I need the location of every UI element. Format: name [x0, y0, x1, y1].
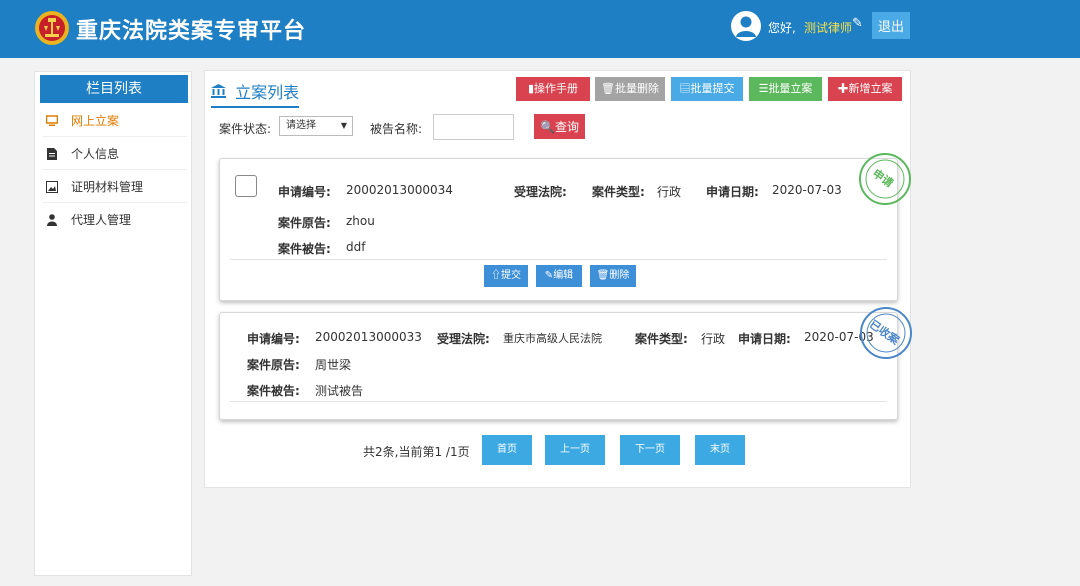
- status-select[interactable]: 请选择 ▼: [279, 116, 353, 136]
- apply-date-label: 申请日期:: [738, 332, 791, 346]
- plaintiff-value: 周世梁: [315, 358, 352, 372]
- delete-button[interactable]: 🗑删除: [590, 265, 636, 287]
- app-no-label: 申请编号:: [278, 185, 331, 199]
- app-no-value: 20002013000033: [315, 330, 422, 344]
- plaintiff-label: 案件原告:: [278, 216, 331, 230]
- status-label: 案件状态:: [219, 122, 272, 136]
- status-select-value: 请选择: [286, 120, 316, 131]
- case-card: 申请编号: 20002013000034 受理法院: 案件类型: 行政 申请日期…: [219, 153, 911, 301]
- next-page-button[interactable]: 下一页: [620, 435, 680, 465]
- search-icon: 🔍: [540, 120, 555, 134]
- sidebar-item-label: 代理人管理: [71, 213, 132, 227]
- case-type-value: 行政: [657, 185, 682, 199]
- sidebar-item-personal-info[interactable]: 个人信息: [43, 138, 187, 170]
- case-card: 申请编号: 20002013000033 受理法院: 重庆市高级人民法院 案件类…: [219, 307, 912, 420]
- query-button[interactable]: 🔍查询: [534, 114, 585, 139]
- plaintiff-value: zhou: [346, 214, 375, 228]
- case-select-checkbox[interactable]: [235, 175, 257, 197]
- username-link[interactable]: 测试律师: [804, 19, 852, 36]
- defendant-label: 案件被告:: [278, 242, 331, 256]
- app-no-label: 申请编号:: [247, 332, 300, 346]
- app-title: 重庆法院类案专审平台: [76, 19, 307, 44]
- batch-delete-button[interactable]: 🗑批量删除: [595, 77, 665, 101]
- court-value: 重庆市高级人民法院: [503, 332, 602, 345]
- sidebar-item-label: 网上立案: [71, 114, 120, 128]
- defendant-label: 案件被告:: [247, 384, 300, 398]
- defendant-value: ddf: [346, 240, 366, 254]
- sidebar-item-online-filing[interactable]: 网上立案: [43, 105, 187, 137]
- edit-icon: ✎: [544, 270, 554, 281]
- user-avatar[interactable]: [731, 11, 761, 41]
- greeting-text: 您好,: [768, 21, 796, 35]
- user-avatar-icon: [736, 16, 756, 37]
- sidebar-item-label: 证明材料管理: [71, 180, 144, 194]
- apply-date-value: 2020-07-03: [772, 183, 842, 197]
- edit-button[interactable]: ✎编辑: [536, 265, 582, 287]
- top-header: 重庆法院类案专审平台 您好, 测试律师 ✎ 退出: [0, 0, 1080, 58]
- panel-title-text: 立案列表: [235, 83, 300, 102]
- apply-date-label: 申请日期:: [706, 185, 759, 199]
- case-list-panel: 立案列表 ▮操作手册 🗑批量删除 ▤批量提交 ☰批量立案 ✚新增立案 案件状态:…: [204, 70, 912, 488]
- sidebar-item-label: 个人信息: [71, 147, 120, 161]
- add-case-button[interactable]: ✚新增立案: [828, 77, 902, 101]
- defendant-name-label: 被告名称:: [370, 122, 423, 136]
- upload-icon: ⇧: [491, 270, 501, 281]
- panel-title: 立案列表: [211, 79, 300, 108]
- edit-profile-icon[interactable]: ✎: [852, 16, 863, 31]
- case-type-label: 案件类型:: [592, 185, 645, 199]
- app-no-value: 20002013000034: [346, 183, 453, 197]
- status-stamp-applied: 申请: [859, 153, 911, 205]
- image-icon: [45, 171, 59, 205]
- monitor-icon: [45, 105, 59, 139]
- first-page-button[interactable]: 首页: [482, 435, 532, 465]
- document-icon: [45, 138, 59, 172]
- case-type-value: 行政: [701, 332, 726, 346]
- last-page-button[interactable]: 末页: [695, 435, 745, 465]
- court-label: 受理法院:: [514, 185, 567, 199]
- sidebar-item-evidence-materials[interactable]: 证明材料管理: [43, 171, 187, 203]
- court-label: 受理法院:: [437, 332, 490, 346]
- batch-submit-button[interactable]: ▤批量提交: [671, 77, 743, 101]
- defendant-name-input[interactable]: [433, 114, 514, 140]
- pagination-info: 共2条,当前第1 /1页: [363, 445, 470, 459]
- batch-file-button[interactable]: ☰批量立案: [749, 77, 822, 101]
- sidebar: 栏目列表 网上立案 个人信息 证明材料管理 代理人管理: [34, 71, 192, 576]
- prev-page-button[interactable]: 上一页: [545, 435, 605, 465]
- manual-button[interactable]: ▮操作手册: [516, 77, 590, 101]
- user-icon: [45, 204, 59, 238]
- dropdown-arrow-icon: ▼: [340, 121, 347, 130]
- plaintiff-label: 案件原告:: [247, 358, 300, 372]
- submit-button[interactable]: ⇧提交: [484, 265, 528, 287]
- status-stamp-received: 已收案: [860, 307, 912, 359]
- case-type-label: 案件类型:: [635, 332, 688, 346]
- card-divider: [230, 259, 887, 260]
- defendant-value: 测试被告: [315, 384, 364, 398]
- trash-icon: 🗑: [596, 270, 610, 281]
- sidebar-title: 栏目列表: [40, 75, 188, 103]
- sidebar-item-agent-management[interactable]: 代理人管理: [43, 204, 187, 236]
- card-divider: [230, 401, 887, 402]
- institution-icon: [211, 83, 231, 102]
- court-emblem-icon: [35, 11, 69, 45]
- logout-button[interactable]: 退出: [872, 12, 910, 39]
